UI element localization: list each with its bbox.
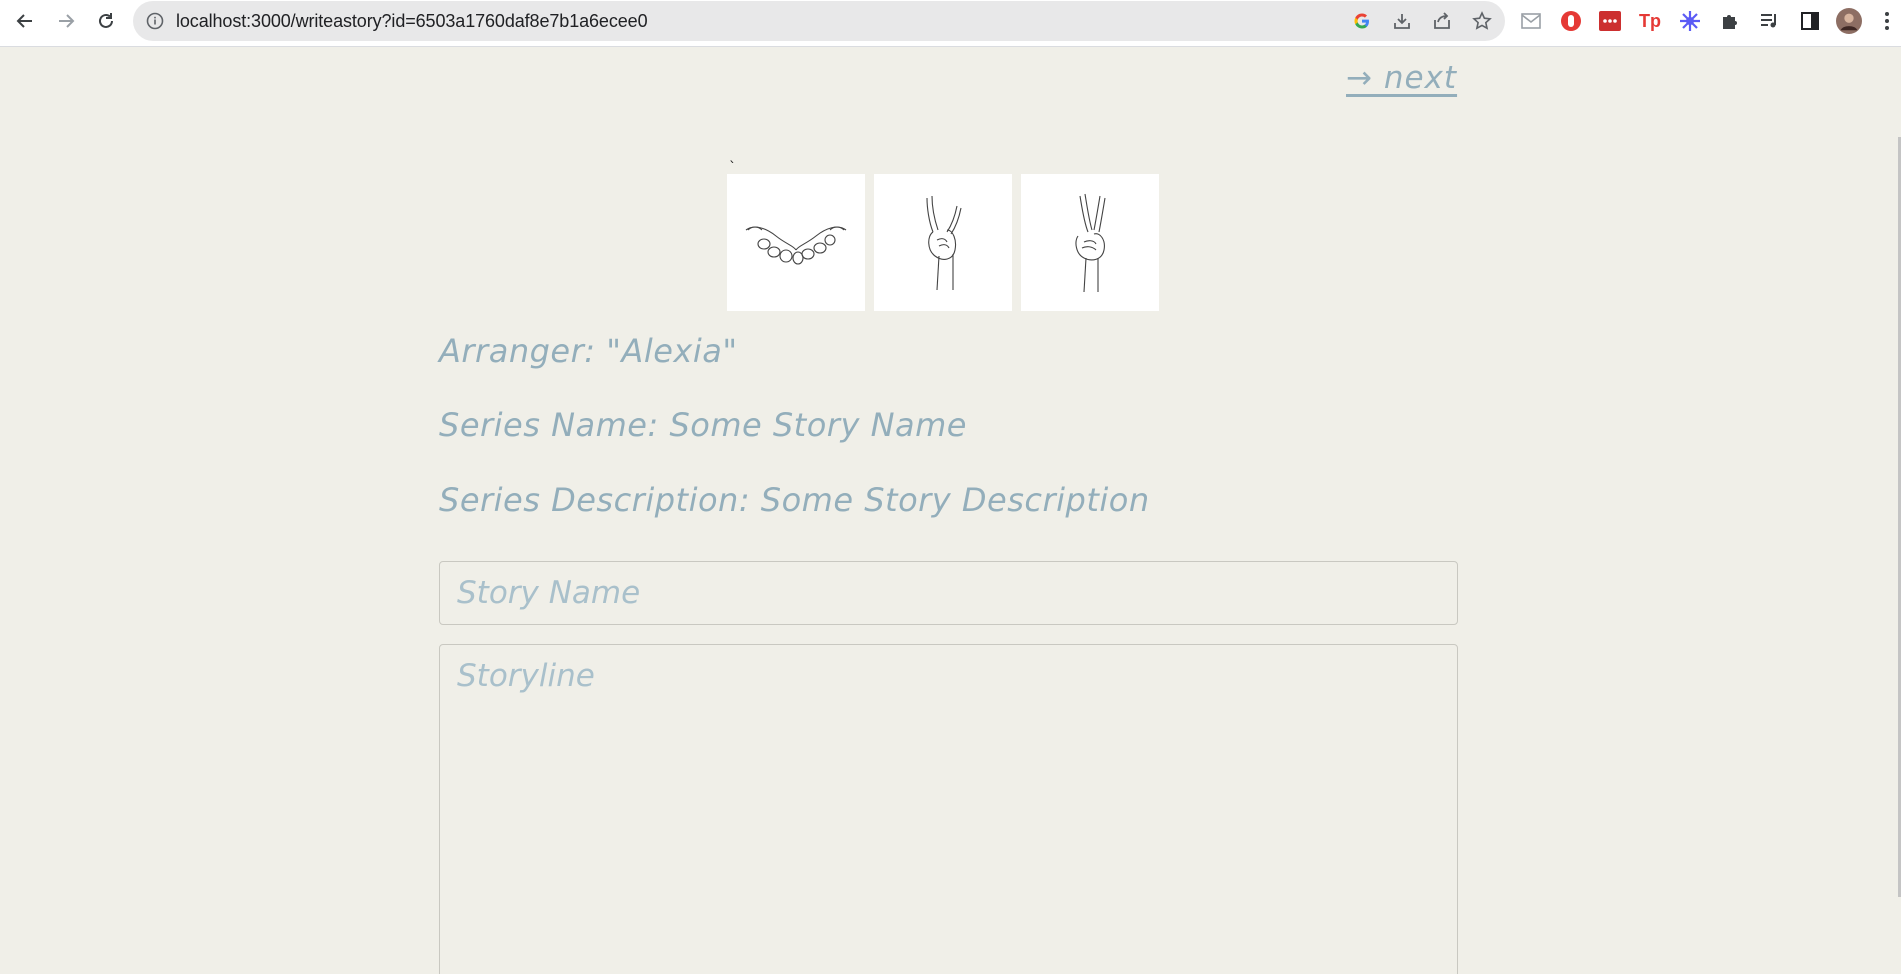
more-vert-icon[interactable] [1874, 8, 1900, 34]
extension-flower-icon[interactable] [1677, 8, 1703, 34]
series-name-label: Series Name: Some Story Name [439, 406, 967, 444]
sidebar-icon[interactable] [1797, 8, 1823, 34]
reload-icon[interactable] [91, 6, 121, 36]
open-hands-illustration [745, 225, 847, 265]
page-content: → next ` Arranger: "Alexia" Series Name:… [0, 47, 1901, 974]
share-icon[interactable] [1431, 10, 1453, 32]
browser-toolbar: localhost:3000/writeastory?id=6503a1760d… [0, 0, 1901, 47]
card-rock-hand[interactable] [874, 174, 1012, 311]
lastpass-icon[interactable] [1597, 8, 1623, 34]
avatar[interactable] [1836, 8, 1862, 34]
card-row [727, 174, 1159, 311]
info-icon[interactable] [146, 12, 164, 30]
card-open-hands[interactable] [727, 174, 865, 311]
star-icon[interactable] [1471, 10, 1493, 32]
series-description-label: Series Description: Some Story Descripti… [439, 481, 1150, 519]
mail-icon[interactable] [1518, 8, 1544, 34]
storyline-textarea[interactable] [439, 644, 1458, 974]
google-icon[interactable] [1351, 10, 1373, 32]
media-queue-icon[interactable] [1757, 8, 1783, 34]
arranger-label: Arranger: "Alexia" [439, 332, 738, 370]
rock-hand-illustration [926, 195, 962, 290]
download-icon[interactable] [1391, 10, 1413, 32]
peace-hand-illustration [1075, 193, 1106, 292]
url-text[interactable]: localhost:3000/writeastory?id=6503a1760d… [176, 11, 648, 32]
back-arrow-icon[interactable] [10, 6, 40, 36]
puzzle-icon[interactable] [1717, 8, 1743, 34]
story-name-input[interactable] [439, 561, 1458, 625]
tp-icon[interactable]: Tp [1637, 8, 1663, 34]
card-peace-hand[interactable] [1021, 174, 1159, 311]
next-link[interactable]: → next [1346, 60, 1457, 96]
forward-arrow-icon[interactable] [51, 6, 81, 36]
address-bar[interactable]: localhost:3000/writeastory?id=6503a1760d… [133, 1, 1505, 41]
adblock-icon[interactable] [1558, 8, 1584, 34]
